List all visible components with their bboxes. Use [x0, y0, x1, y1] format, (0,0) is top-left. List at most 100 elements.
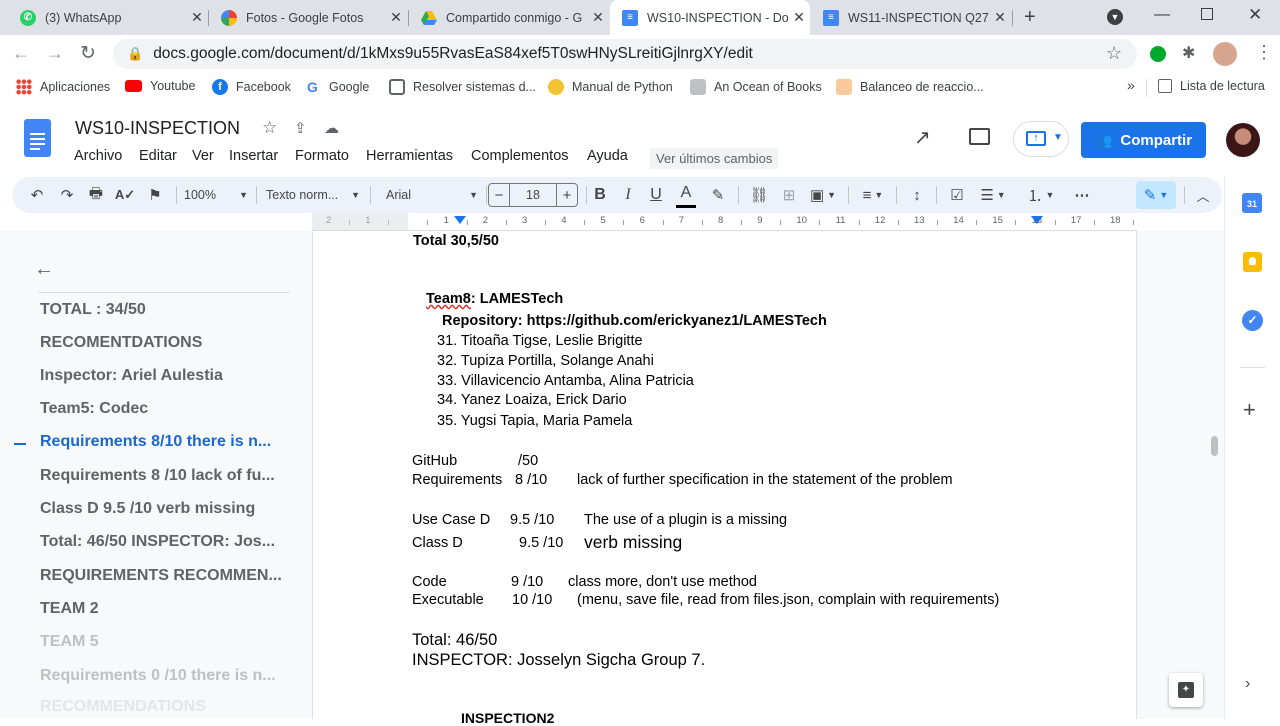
- redo-icon[interactable]: ↷: [56, 177, 78, 213]
- bold-button[interactable]: B: [590, 177, 610, 213]
- editing-mode-icon[interactable]: ✎ ▼: [1136, 181, 1176, 209]
- close-tab-icon[interactable]: ✕: [186, 9, 208, 26]
- outline-item[interactable]: Requirements 8/10 there is n...: [40, 433, 271, 451]
- activity-trend-icon[interactable]: ↗: [914, 125, 931, 150]
- evernote-extension-icon[interactable]: [1150, 46, 1166, 62]
- tab-ws11-inspection[interactable]: ≡ WS11-INSPECTION Q27 ✕: [811, 0, 1011, 35]
- print-icon[interactable]: 🖶: [84, 177, 108, 213]
- zoom-select[interactable]: 100% ▼: [184, 177, 248, 213]
- document-page[interactable]: Total 30,5/50 Team8: LAMESTech Repositor…: [312, 231, 1137, 726]
- close-window-button[interactable]: ✕: [1248, 5, 1262, 25]
- right-indent-marker[interactable]: [1031, 216, 1043, 224]
- close-tab-icon[interactable]: ✕: [788, 9, 810, 26]
- undo-icon[interactable]: ↶: [26, 177, 48, 213]
- add-addon-icon[interactable]: +: [1243, 397, 1256, 423]
- docs-logo-icon[interactable]: [24, 119, 51, 157]
- bookmark-facebook[interactable]: f Facebook: [212, 79, 291, 95]
- restore-window-button[interactable]: [1201, 8, 1213, 20]
- italic-button[interactable]: I: [618, 177, 638, 213]
- bookmark-ocean-of-books[interactable]: An Ocean of Books: [690, 79, 822, 95]
- minimize-window-button[interactable]: —: [1154, 6, 1170, 24]
- paint-format-icon[interactable]: ⚑: [144, 177, 166, 213]
- calendar-icon[interactable]: 31: [1242, 193, 1262, 213]
- tab-ws10-inspection[interactable]: ≡ WS10-INSPECTION - Do ✕: [610, 0, 810, 35]
- bookmark-balanceo[interactable]: Balanceo de reaccio...: [836, 79, 984, 95]
- spellcheck-icon[interactable]: A✓: [114, 177, 136, 213]
- present-button[interactable]: ↑ ▼: [1013, 121, 1069, 157]
- checklist-icon[interactable]: ☑: [946, 177, 968, 213]
- increase-font-size-button[interactable]: +: [556, 183, 578, 207]
- bookmarks-overflow-button[interactable]: »: [1127, 77, 1135, 93]
- bookmark-star-icon[interactable]: ☆: [1106, 43, 1122, 64]
- collapse-menus-icon[interactable]: ︿: [1192, 177, 1214, 213]
- bulleted-list-icon[interactable]: ☰ ▼: [976, 177, 1010, 213]
- browser-menu-icon[interactable]: ⋮: [1255, 42, 1273, 63]
- outline-item[interactable]: RECOMMENDATIONS: [40, 698, 206, 716]
- tasks-icon[interactable]: ✓: [1242, 310, 1263, 331]
- outline-item[interactable]: RECOMENTDATIONS: [40, 334, 202, 352]
- decrease-font-size-button[interactable]: −: [488, 183, 510, 207]
- font-select[interactable]: Arial ▼: [386, 177, 478, 213]
- move-icon[interactable]: ⇪: [294, 119, 307, 137]
- outline-item[interactable]: Team5: Codec: [40, 400, 148, 418]
- back-button[interactable]: ←: [12, 43, 30, 64]
- outline-item[interactable]: TEAM 5: [40, 633, 99, 651]
- outline-item[interactable]: TOTAL : 34/50: [40, 301, 146, 319]
- menu-insertar[interactable]: Insertar: [229, 148, 278, 164]
- close-outline-icon[interactable]: ←: [34, 258, 54, 281]
- tab-whatsapp[interactable]: ✆ (3) WhatsApp ✕: [8, 0, 208, 35]
- forward-button[interactable]: →: [46, 43, 64, 64]
- outline-item[interactable]: Class D 9.5 /10 verb missing: [40, 500, 255, 518]
- align-icon[interactable]: ≡ ▼: [858, 177, 888, 213]
- expand-panel-icon[interactable]: ›: [1245, 675, 1250, 693]
- outline-item[interactable]: Total: 46/50 INSPECTOR: Jos...: [40, 533, 275, 551]
- more-options-icon[interactable]: ⋯: [1070, 177, 1094, 213]
- menu-archivo[interactable]: Archivo: [74, 148, 122, 164]
- outline-item[interactable]: REQUIREMENTS RECOMMEN...: [40, 567, 282, 585]
- repository-link[interactable]: Repository: https://github.com/erickyane…: [442, 313, 827, 329]
- comments-icon[interactable]: [969, 128, 990, 145]
- numbered-list-icon[interactable]: ⒈ ▼: [1024, 177, 1058, 213]
- menu-complementos[interactable]: Complementos: [471, 148, 569, 164]
- cloud-status-icon[interactable]: ☁: [324, 119, 339, 137]
- explore-button[interactable]: ✦: [1169, 673, 1203, 707]
- line-spacing-icon[interactable]: ↕: [906, 177, 928, 213]
- last-edit-link[interactable]: Ver últimos cambios: [650, 148, 779, 169]
- document-title[interactable]: WS10-INSPECTION: [75, 118, 240, 139]
- outline-item[interactable]: TEAM 2: [40, 600, 99, 618]
- url-input[interactable]: 🔒 docs.google.com/document/d/1kMxs9u55Rv…: [113, 39, 1137, 69]
- user-avatar[interactable]: [1226, 123, 1260, 157]
- new-tab-button[interactable]: +: [1024, 6, 1036, 29]
- profile-avatar[interactable]: [1213, 42, 1237, 66]
- tab-google-drive[interactable]: Compartido conmigo - G ✕: [409, 0, 609, 35]
- highlight-icon[interactable]: ✎: [708, 177, 728, 213]
- close-tab-icon[interactable]: ✕: [385, 9, 407, 26]
- reading-list-button[interactable]: Lista de lectura: [1158, 79, 1265, 93]
- bookmark-apps[interactable]: Aplicaciones: [16, 79, 110, 95]
- outline-item[interactable]: Requirements 8 /10 lack of fu...: [40, 467, 275, 485]
- left-indent-marker[interactable]: [454, 216, 466, 224]
- outline-item[interactable]: Inspector: Ariel Aulestia: [40, 367, 223, 385]
- close-tab-icon[interactable]: ✕: [989, 9, 1011, 26]
- insert-link-icon[interactable]: ⛓: [748, 177, 770, 213]
- vertical-scrollbar[interactable]: [1211, 436, 1218, 456]
- share-button[interactable]: 👥 Compartir: [1081, 122, 1206, 158]
- tab-google-photos[interactable]: Fotos - Google Fotos ✕: [209, 0, 407, 35]
- bookmark-google[interactable]: G Google: [307, 79, 369, 95]
- bookmark-manual-python[interactable]: Manual de Python: [548, 79, 673, 95]
- bookmark-youtube[interactable]: Youtube: [125, 79, 195, 93]
- reload-button[interactable]: ↻: [80, 42, 96, 65]
- keep-icon[interactable]: [1243, 252, 1262, 272]
- insert-image-icon[interactable]: ▣ ▼: [806, 177, 840, 213]
- menu-ayuda[interactable]: Ayuda: [587, 148, 628, 164]
- font-size-input[interactable]: 18: [510, 183, 556, 207]
- close-tab-icon[interactable]: ✕: [587, 9, 609, 26]
- menu-herramientas[interactable]: Herramientas: [366, 148, 453, 164]
- menu-formato[interactable]: Formato: [295, 148, 349, 164]
- text-color-button[interactable]: A: [676, 181, 696, 208]
- bookmark-resolver-sistemas[interactable]: Resolver sistemas d...: [389, 79, 536, 95]
- star-icon[interactable]: ☆: [262, 118, 277, 138]
- add-comment-icon[interactable]: ⊞: [778, 177, 800, 213]
- extensions-icon[interactable]: ✱: [1182, 43, 1195, 63]
- menu-editar[interactable]: Editar: [139, 148, 177, 164]
